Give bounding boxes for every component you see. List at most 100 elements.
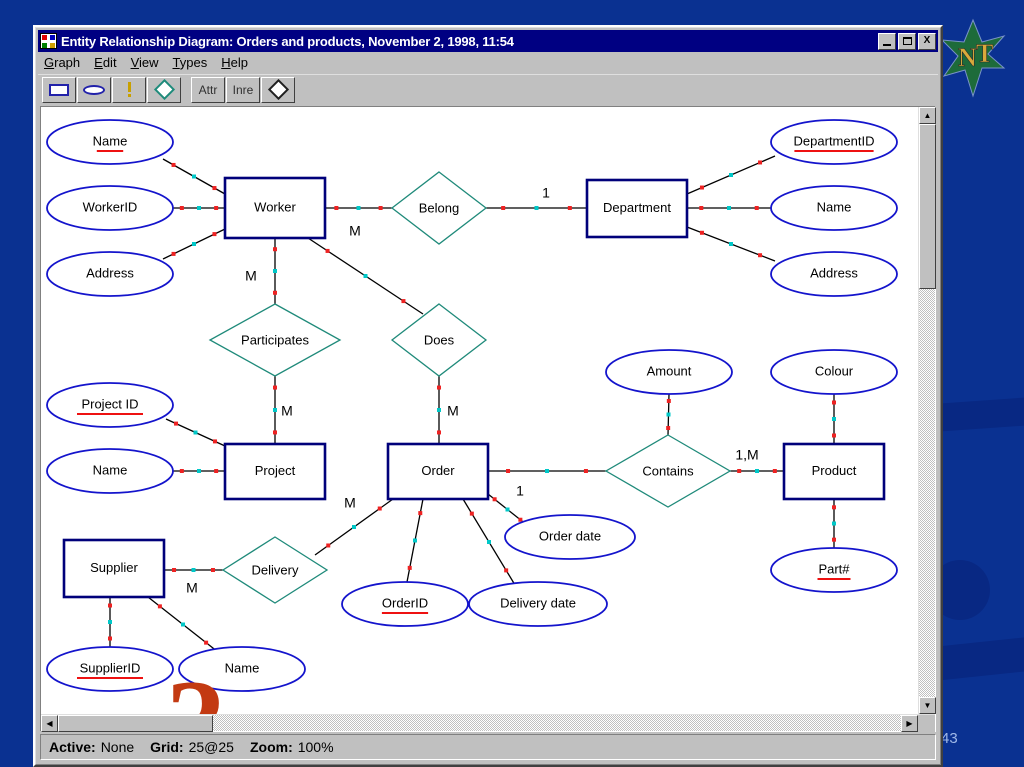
status-zoom-label: Zoom: — [249, 739, 293, 755]
menu-item-types[interactable]: Types — [173, 55, 208, 70]
menu-item-graph[interactable]: Graph — [44, 55, 80, 70]
er-entity-supplier[interactable]: Supplier — [62, 538, 166, 599]
er-relationship-contains[interactable]: Contains — [604, 434, 732, 508]
attribute-label: WorkerID — [83, 199, 138, 214]
inre-button[interactable]: Inre — [226, 76, 260, 103]
scroll-right-button[interactable]: ▶ — [901, 715, 918, 732]
edge-handle — [418, 511, 423, 516]
er-attribute-project-name[interactable]: Name — [46, 448, 174, 494]
er-edge — [164, 568, 223, 572]
window-title: Entity Relationship Diagram: Orders and … — [61, 33, 514, 49]
er-attribute-amount[interactable]: Amount — [605, 349, 733, 395]
edge-handle — [832, 433, 836, 438]
diamond-button[interactable] — [261, 76, 295, 103]
er-entity-order[interactable]: Order — [386, 442, 490, 501]
attribute-label: Delivery date — [500, 595, 576, 610]
er-entity-product[interactable]: Product — [782, 442, 886, 501]
edge-handle — [506, 469, 511, 473]
edge-handle — [413, 538, 417, 543]
maximize-button[interactable] — [898, 32, 916, 50]
edge-handle — [197, 469, 201, 473]
scroll-up-button[interactable]: ▲ — [919, 107, 936, 124]
menu-item-help[interactable]: Help — [221, 55, 248, 70]
er-entity-department[interactable]: Department — [585, 178, 689, 239]
edge-handle — [273, 247, 277, 252]
edge-handle — [273, 385, 277, 390]
edge-handle — [108, 603, 112, 608]
er-relationship-participates[interactable]: Participates — [208, 303, 342, 377]
er-attribute-dept-address[interactable]: Address — [770, 251, 898, 297]
edge-handle — [729, 173, 733, 177]
er-relationship-does[interactable]: Does — [390, 303, 488, 377]
er-edge — [108, 597, 112, 647]
edge-handle — [212, 232, 217, 237]
entity-tool-button[interactable] — [42, 76, 76, 103]
status-grid-label: Grid: — [150, 739, 184, 755]
er-edge — [147, 596, 219, 653]
vertical-scroll-track[interactable] — [919, 289, 935, 697]
vertical-scrollbar[interactable]: ▲ ▼ — [918, 107, 936, 714]
horizontal-scroll-track[interactable] — [213, 715, 901, 731]
horizontal-scrollbar[interactable]: ◀ ▶ — [41, 714, 935, 732]
edge-handle — [108, 620, 112, 624]
scroll-left-button[interactable]: ◀ — [41, 715, 58, 732]
er-attribute-worker-id[interactable]: WorkerID — [46, 185, 174, 231]
scrollbar-corner — [918, 715, 935, 732]
attr-button[interactable]: Attr — [191, 76, 225, 103]
edge-handle — [758, 253, 763, 258]
relationship-label: Does — [424, 332, 455, 347]
er-attribute-worker-name[interactable]: Name — [46, 119, 174, 165]
menu-item-view[interactable]: View — [131, 55, 159, 70]
relationship-label: Contains — [642, 463, 694, 478]
status-grid-value: 25@25 — [188, 739, 234, 755]
er-attribute-order-id[interactable]: OrderID — [341, 581, 469, 627]
status-active-value: None — [100, 739, 135, 755]
edge-handle — [666, 426, 671, 431]
edge-handle — [326, 543, 331, 548]
scroll-down-button[interactable]: ▼ — [919, 697, 936, 714]
attribute-label: Name — [93, 133, 128, 148]
er-attribute-part-number[interactable]: Part# — [770, 547, 898, 593]
er-diagram-canvas[interactable]: Belong Participates Does Contains Delivery Na… — [41, 107, 918, 714]
horizontal-scroll-thumb[interactable] — [58, 715, 213, 732]
edge-handle — [545, 469, 549, 473]
er-entity-worker[interactable]: Worker — [223, 176, 327, 240]
er-relationship-delivery[interactable]: Delivery — [221, 536, 329, 604]
edge-handle — [469, 511, 474, 516]
edge-handle — [325, 248, 330, 253]
menu-item-edit[interactable]: Edit — [94, 55, 116, 70]
attribute-tool-button[interactable] — [77, 76, 111, 103]
vertical-scroll-thumb[interactable] — [919, 124, 936, 289]
relationship-tool-button[interactable] — [147, 76, 181, 103]
edge-handle — [518, 517, 523, 522]
edge-handle — [273, 430, 277, 435]
er-attribute-order-date[interactable]: Order date — [504, 514, 636, 560]
edge-handle — [832, 505, 836, 510]
edge-handle — [407, 565, 412, 570]
er-attribute-supplier-name[interactable]: Name — [178, 646, 306, 692]
cardinality-label-order-delivery: M — [344, 495, 356, 511]
er-relationship-belong[interactable]: Belong — [390, 171, 488, 245]
edge-handle — [273, 269, 277, 273]
edge-handle — [363, 274, 368, 278]
edge-handle — [832, 521, 836, 526]
maximize-icon — [902, 37, 912, 45]
edge-handle — [666, 398, 671, 403]
er-attribute-worker-address[interactable]: Address — [46, 251, 174, 297]
er-attribute-supplier-id[interactable]: SupplierID — [46, 646, 174, 692]
er-attribute-project-id[interactable]: Project ID — [46, 382, 174, 428]
menu-help-accel: H — [221, 55, 231, 70]
edge-tool-button[interactable] — [112, 76, 146, 103]
er-attribute-delivery-date[interactable]: Delivery date — [468, 581, 608, 627]
er-attribute-colour[interactable]: Colour — [770, 349, 898, 395]
er-entity-project[interactable]: Project — [223, 442, 327, 501]
close-button[interactable]: X — [918, 32, 936, 50]
edge-handle — [172, 568, 177, 572]
er-attribute-dept-name[interactable]: Name — [770, 185, 898, 231]
menu-help-rest: elp — [230, 55, 248, 70]
minimize-button[interactable] — [878, 32, 896, 50]
attribute-label: Project ID — [81, 396, 138, 411]
edge-handle — [214, 469, 219, 473]
er-edge — [406, 498, 424, 583]
er-attribute-dept-id[interactable]: DepartmentID — [770, 119, 898, 165]
